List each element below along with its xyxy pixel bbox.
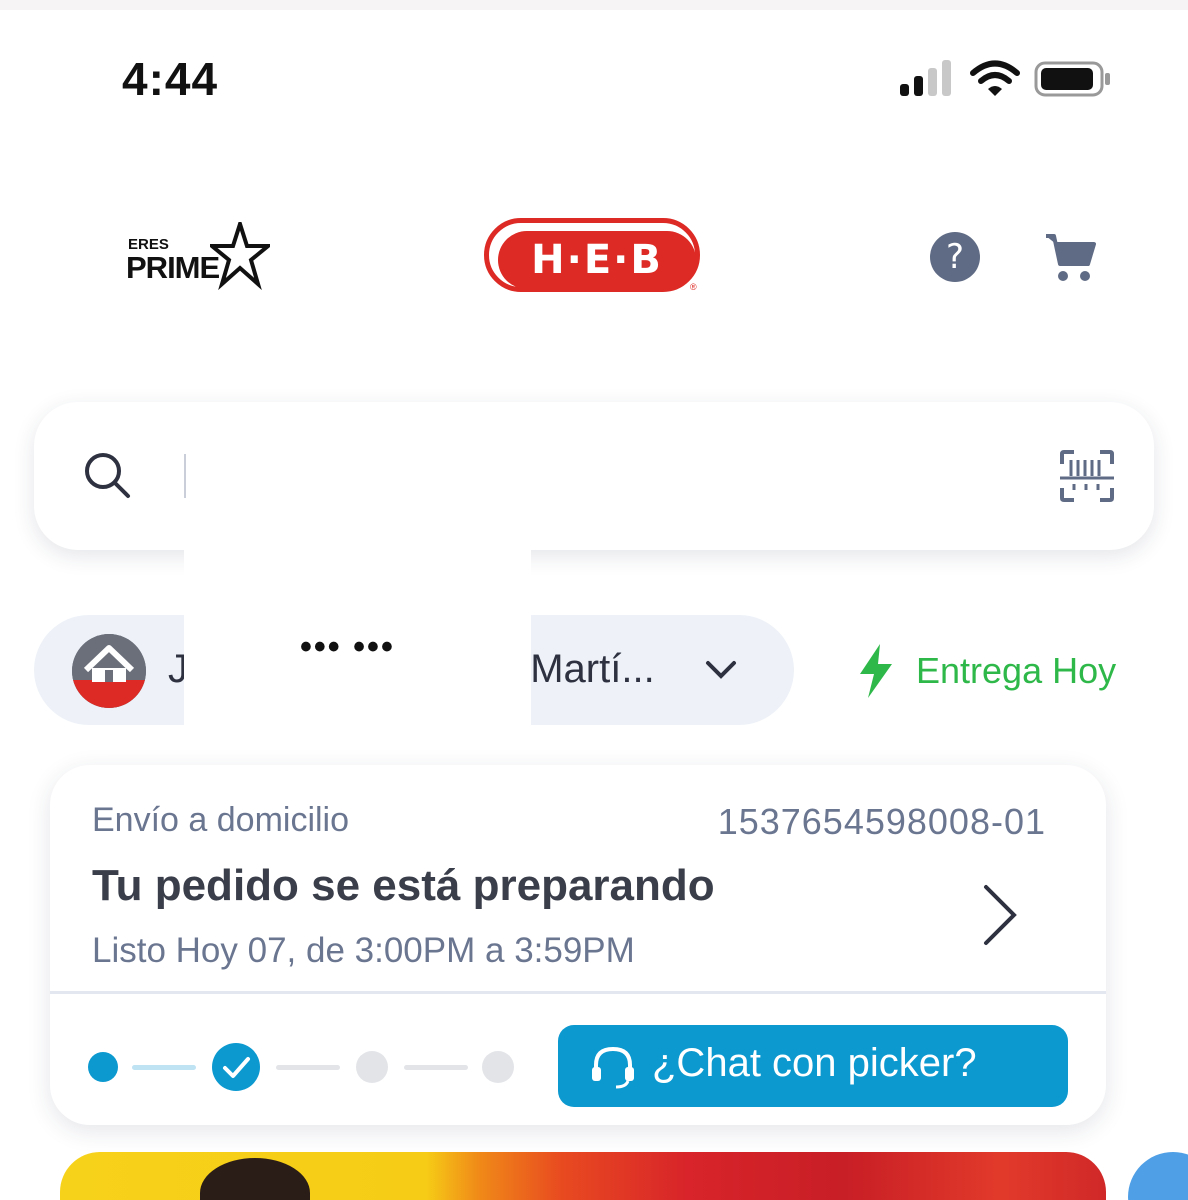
- chat-button-label: ¿Chat con picker?: [652, 1041, 977, 1085]
- heb-logo-text: H·E·B: [498, 231, 696, 289]
- home-icon: [72, 634, 146, 708]
- search-icon: [85, 453, 130, 498]
- order-card[interactable]: Envío a domicilio 1537654598008-01 Tu pe…: [50, 765, 1106, 1125]
- cellular-signal-icon: [900, 60, 951, 96]
- delivery-today[interactable]: Entrega Hoy: [858, 640, 1148, 700]
- order-number: 1537654598008-01: [717, 801, 1046, 842]
- status-icons: [898, 60, 1118, 100]
- prime-logo-big-text: PRIME: [126, 250, 220, 285]
- chevron-down-icon: [706, 661, 736, 679]
- order-status: Tu pedido se está preparando: [92, 861, 715, 910]
- registered-mark: ®: [690, 282, 697, 292]
- delivery-label: Entrega Hoy: [916, 650, 1117, 691]
- lightning-icon: [860, 644, 892, 698]
- headset-icon: [592, 1046, 634, 1089]
- progress-step-2: [212, 1043, 260, 1091]
- progress-step-3: [356, 1051, 388, 1083]
- chevron-right-icon[interactable]: [980, 883, 1020, 947]
- chat-with-picker-button[interactable]: ¿Chat con picker?: [558, 1025, 1068, 1107]
- search-input[interactable]: [184, 454, 1024, 498]
- floating-button[interactable]: [1128, 1152, 1188, 1200]
- progress-step-1: [88, 1052, 118, 1082]
- banner-image: [200, 1158, 310, 1200]
- star-icon: [210, 222, 270, 290]
- masked-text: ••• •••: [300, 628, 395, 666]
- barcode-scan-icon[interactable]: [1058, 448, 1116, 504]
- promo-banner[interactable]: [60, 1152, 1106, 1200]
- help-button[interactable]: ?: [930, 232, 980, 282]
- eres-prime-logo[interactable]: ERES PRIME: [126, 222, 271, 290]
- status-time: 4:44: [122, 53, 219, 105]
- checkmark-icon: [223, 1057, 250, 1078]
- order-time: Listo Hoy 07, de 3:00PM a 3:59PM: [92, 931, 635, 970]
- top-edge: [0, 0, 1188, 10]
- progress-line: [276, 1065, 340, 1070]
- question-circle-icon: ?: [945, 237, 965, 277]
- heb-logo[interactable]: H·E·B ®: [484, 218, 704, 296]
- wifi-icon: [970, 60, 1020, 96]
- divider: [50, 991, 1106, 994]
- progress-line: [404, 1065, 468, 1070]
- progress-line: [132, 1065, 196, 1070]
- shopping-cart-icon[interactable]: [1044, 230, 1096, 284]
- search-bar[interactable]: [34, 402, 1154, 550]
- battery-icon: [1034, 61, 1110, 97]
- order-type: Envío a domicilio: [92, 801, 350, 839]
- progress-step-4: [482, 1051, 514, 1083]
- order-progress: [86, 1039, 526, 1095]
